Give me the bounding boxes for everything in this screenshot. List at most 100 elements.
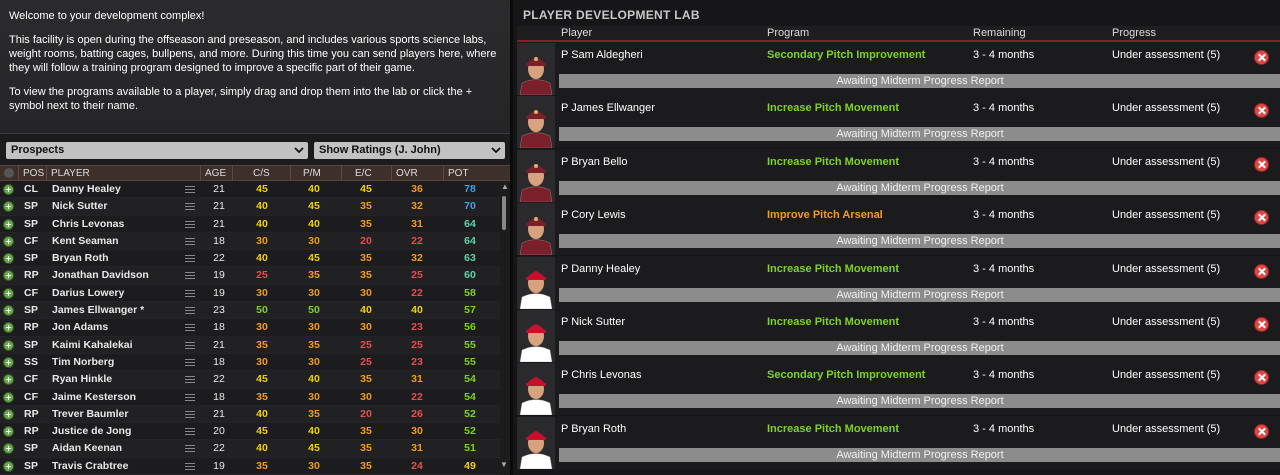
add-to-lab-icon[interactable] (3, 391, 14, 403)
row-player-name[interactable]: Jaime Kesterson (52, 391, 136, 403)
lab-entry[interactable]: P Sam Aldegheri Secondary Pitch Improvem… (517, 42, 1280, 96)
col-ec[interactable]: E/C (355, 168, 372, 179)
add-to-lab-icon[interactable] (3, 253, 14, 265)
drag-handle-icon[interactable] (185, 428, 195, 436)
prospect-row[interactable]: SP Aidan Keenan 22 40 45 35 31 51 (0, 440, 500, 458)
row-player-name[interactable]: Jon Adams (52, 321, 108, 333)
drag-handle-icon[interactable] (185, 220, 195, 228)
prospect-row[interactable]: SS Tim Norberg 18 30 30 25 23 55 (0, 354, 500, 372)
add-to-lab-icon[interactable] (3, 184, 14, 195)
drag-handle-icon[interactable] (185, 358, 195, 366)
drag-handle-icon[interactable] (185, 324, 195, 332)
row-player-name[interactable]: Travis Crabtree (52, 460, 128, 472)
prospect-row[interactable]: SP Chris Levonas 21 40 40 35 31 64 (0, 216, 500, 233)
lab-entry[interactable]: P Bryan Bello Increase Pitch Movement 3 … (517, 148, 1280, 202)
prospect-row[interactable]: RP Trever Baumler 21 40 35 20 26 52 (0, 405, 500, 424)
row-player-name[interactable]: Darius Lowery (52, 287, 124, 299)
remove-icon[interactable] (1254, 370, 1269, 386)
prospect-row[interactable]: RP Justice de Jong 20 45 40 35 30 52 (0, 423, 500, 441)
remove-icon[interactable] (1254, 50, 1269, 65)
scroll-down-icon[interactable]: ▼ (500, 460, 508, 469)
scroll-up-icon[interactable]: ▲ (501, 182, 509, 191)
remove-icon[interactable] (1254, 103, 1269, 119)
lab-entry[interactable]: P Bryan Roth Increase Pitch Movement 3 -… (517, 415, 1280, 469)
prospect-row[interactable]: SP Travis Crabtree 19 35 30 35 24 49 (0, 458, 500, 475)
add-to-lab-icon[interactable] (3, 235, 14, 247)
add-to-lab-icon[interactable] (3, 356, 14, 368)
drag-handle-icon[interactable] (185, 203, 195, 211)
lab-player-name[interactable]: P Danny Healey (561, 263, 640, 275)
lab-player-name[interactable]: P Cory Lewis (561, 209, 626, 221)
prospect-row[interactable]: SP Kaimi Kahalekai 21 35 35 25 25 55 (0, 336, 500, 354)
prospect-row[interactable]: SP Nick Sutter 21 40 45 35 32 70 (0, 198, 500, 216)
remove-icon[interactable] (1254, 423, 1269, 439)
prospect-row[interactable]: CF Kent Seaman 18 30 30 20 22 64 (0, 232, 500, 251)
col-player[interactable]: PLAYER (51, 168, 90, 179)
row-player-name[interactable]: Chris Levonas (52, 218, 124, 230)
drag-handle-icon[interactable] (185, 289, 195, 297)
col-cs[interactable]: C/S (253, 168, 270, 179)
drag-handle-icon[interactable] (185, 272, 195, 280)
drag-handle-icon[interactable] (185, 237, 195, 245)
scrollbar[interactable]: ▲ ▼ (500, 181, 509, 475)
remove-icon[interactable] (1254, 263, 1269, 279)
prospects-dropdown[interactable]: Prospects (6, 142, 308, 159)
row-player-name[interactable]: Aidan Keenan (52, 442, 122, 454)
lab-entry[interactable]: P Cory Lewis Improve Pitch Arsenal 3 - 4… (517, 202, 1280, 256)
prospect-row[interactable]: SP Bryan Roth 22 40 45 35 32 63 (0, 250, 500, 268)
lab-player-name[interactable]: P Chris Levonas (561, 369, 642, 381)
add-to-lab-icon[interactable] (3, 374, 14, 386)
row-player-name[interactable]: Tim Norberg (52, 356, 114, 368)
prospect-row[interactable]: CL Danny Healey 21 45 40 45 36 78 (0, 181, 500, 199)
drag-handle-icon[interactable] (185, 186, 195, 193)
prospect-row[interactable]: RP Jon Adams 18 30 30 30 23 56 (0, 319, 500, 337)
row-player-name[interactable]: Kent Seaman (52, 235, 119, 247)
prospect-row[interactable]: CF Jaime Kesterson 18 35 30 30 22 54 (0, 389, 500, 406)
lab-program[interactable]: Increase Pitch Movement (767, 156, 899, 168)
add-to-lab-icon[interactable] (3, 218, 14, 230)
prospect-row[interactable]: CF Ryan Hinkle 22 45 40 35 31 54 (0, 371, 500, 389)
lab-program[interactable]: Increase Pitch Movement (767, 423, 899, 435)
add-to-lab-icon[interactable] (3, 201, 14, 213)
add-to-lab-icon[interactable] (3, 443, 14, 455)
lab-player-name[interactable]: P Sam Aldegheri (561, 49, 643, 61)
add-to-lab-icon[interactable] (3, 270, 14, 282)
col-age[interactable]: AGE (205, 168, 226, 179)
lab-program[interactable]: Increase Pitch Movement (767, 316, 899, 328)
prospect-row[interactable]: SP James Ellwanger * 23 50 50 40 40 57 (0, 302, 500, 320)
row-player-name[interactable]: Kaimi Kahalekai (52, 339, 133, 351)
lab-entry[interactable]: P Chris Levonas Secondary Pitch Improvem… (517, 362, 1280, 416)
lab-program[interactable]: Increase Pitch Movement (767, 263, 899, 275)
row-player-name[interactable]: Nick Sutter (52, 200, 107, 212)
lab-player-name[interactable]: P Nick Sutter (561, 316, 625, 328)
add-to-lab-icon[interactable] (3, 322, 14, 334)
drag-handle-icon[interactable] (185, 462, 195, 470)
drag-handle-icon[interactable] (185, 255, 195, 263)
remove-icon[interactable] (1254, 156, 1269, 172)
drag-handle-icon[interactable] (185, 341, 195, 349)
add-to-lab-icon[interactable] (3, 305, 14, 317)
col-ovr[interactable]: OVR (396, 168, 418, 179)
lab-program[interactable]: Increase Pitch Movement (767, 102, 899, 114)
lab-player-name[interactable]: P Bryan Roth (561, 423, 626, 435)
add-to-lab-icon[interactable] (3, 287, 14, 299)
row-player-name[interactable]: Justice de Jong (52, 425, 131, 437)
drag-handle-icon[interactable] (185, 393, 195, 401)
drag-handle-icon[interactable] (185, 376, 195, 384)
drag-handle-icon[interactable] (185, 307, 195, 315)
add-to-lab-icon[interactable] (3, 460, 14, 472)
row-player-name[interactable]: Danny Healey (52, 183, 121, 195)
lab-program[interactable]: Improve Pitch Arsenal (767, 209, 883, 221)
lab-entry[interactable]: P Nick Sutter Increase Pitch Movement 3 … (517, 309, 1280, 363)
row-player-name[interactable]: James Ellwanger * (52, 304, 144, 316)
row-player-name[interactable]: Bryan Roth (52, 252, 109, 264)
lab-player-name[interactable]: P Bryan Bello (561, 156, 627, 168)
add-to-lab-icon[interactable] (3, 426, 14, 438)
add-all-icon[interactable] (4, 168, 14, 178)
ratings-dropdown[interactable]: Show Ratings (J. John) (314, 142, 505, 159)
lab-program[interactable]: Secondary Pitch Improvement (767, 369, 925, 381)
add-to-lab-icon[interactable] (3, 408, 14, 420)
lab-entry[interactable]: P James Ellwanger Increase Pitch Movemen… (517, 95, 1280, 149)
prospect-row[interactable]: CF Darius Lowery 19 30 30 30 22 58 (0, 285, 500, 303)
scrollbar-thumb[interactable] (502, 196, 506, 230)
